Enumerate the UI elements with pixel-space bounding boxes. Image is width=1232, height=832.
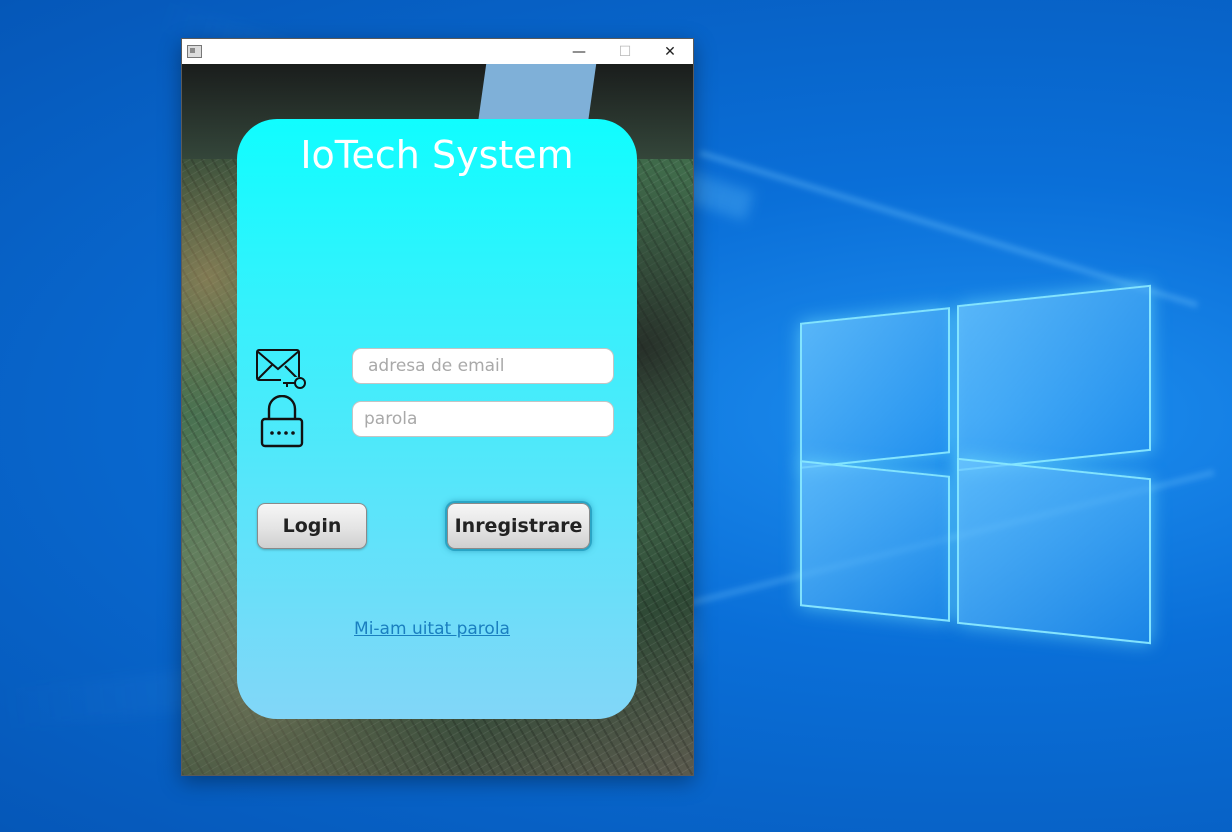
circuit-board-background: IoTech System Login	[182, 64, 693, 775]
login-card: IoTech System Login	[237, 119, 637, 719]
windows-logo-pane	[957, 284, 1151, 472]
title-bar[interactable]: — ☐ ✕	[182, 39, 693, 64]
padlock-password-icon	[260, 395, 304, 448]
windows-logo	[800, 284, 1151, 645]
background-image-ribbon-cable	[477, 64, 597, 124]
app-window: — ☐ ✕ IoTech System adresa de email Logi…	[181, 38, 694, 776]
app-title: IoTech System	[300, 133, 574, 177]
close-button[interactable]: ✕	[647, 39, 693, 64]
email-input[interactable]	[352, 348, 614, 384]
window-app-icon	[187, 45, 202, 58]
forgot-password-link[interactable]: Mi-am uitat parola	[237, 619, 627, 639]
maximize-button[interactable]: ☐	[602, 39, 648, 64]
password-input[interactable]	[352, 401, 614, 437]
register-button[interactable]: Inregistrare	[447, 503, 590, 549]
email-key-icon	[256, 349, 307, 389]
windows-logo-pane	[800, 307, 950, 469]
minimize-button[interactable]: —	[556, 39, 602, 64]
windows-logo-pane	[957, 457, 1151, 645]
login-button[interactable]: Login	[257, 503, 367, 549]
windows-logo-pane	[800, 460, 950, 622]
